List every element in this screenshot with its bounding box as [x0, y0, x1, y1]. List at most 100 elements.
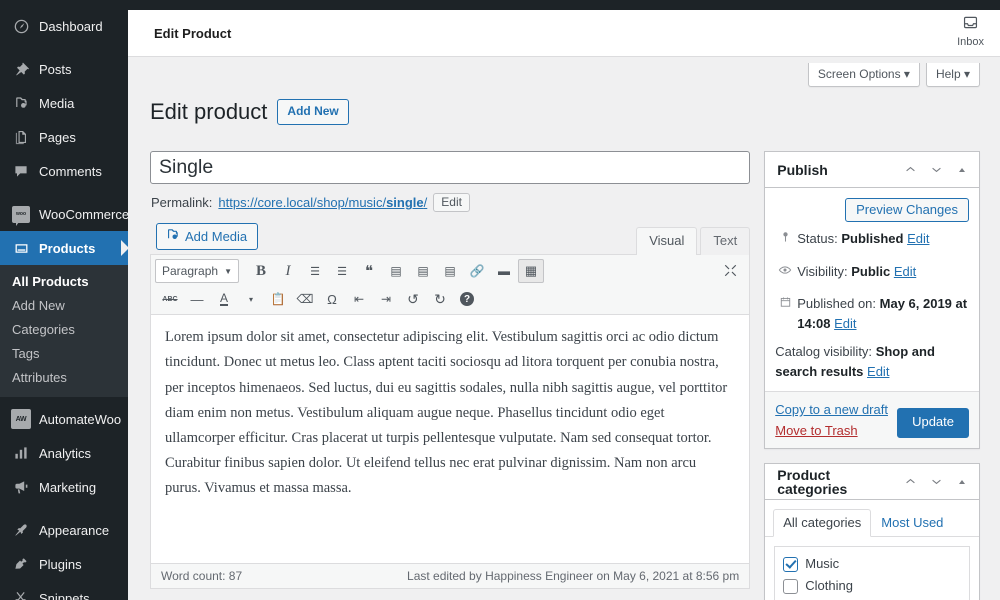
published-label: Published on: — [797, 296, 877, 312]
sidebar-item-pages[interactable]: Pages — [0, 120, 128, 154]
bulleted-list-icon[interactable]: ☰ — [302, 259, 328, 283]
help-button[interactable]: Help ▾ — [925, 63, 980, 88]
sidebar-item-appearance[interactable]: Appearance — [0, 513, 128, 547]
published-text: Published on: May 6, 2019 at 14:08 Edit — [797, 294, 969, 333]
submenu-item-all-products[interactable]: All Products — [0, 270, 128, 294]
category-label: Clothing — [805, 578, 853, 594]
sidebar-item-plugins[interactable]: Plugins — [0, 547, 128, 581]
sidebar-item-analytics[interactable]: Analytics — [0, 436, 128, 470]
submenu-item-tags[interactable]: Tags — [0, 342, 128, 366]
blockquote-icon-glyph: ❝ — [364, 263, 374, 281]
italic-icon-glyph: I — [285, 262, 291, 279]
media-icon — [11, 93, 31, 113]
bold-icon[interactable]: B — [248, 259, 274, 283]
post-body-content: Permalink: https://core.local/shop/music… — [150, 151, 751, 600]
inbox-button[interactable]: Inbox — [957, 14, 984, 48]
tab-all-categories[interactable]: All categories — [773, 509, 872, 538]
edit-catalog-link[interactable]: Edit — [867, 364, 889, 379]
publish-date-row: Published on: May 6, 2019 at 14:08 Edit — [765, 287, 979, 339]
text-color-icon[interactable]: A — [211, 287, 237, 311]
category-item[interactable]: Clothing — [783, 575, 961, 597]
edit-status-link[interactable]: Edit — [907, 231, 929, 246]
sidebar-label: Posts — [39, 61, 72, 77]
tab-visual[interactable]: Visual — [636, 227, 698, 256]
page-breadcrumb-title: Edit Product — [154, 25, 232, 41]
outdent-icon-glyph: ⇤ — [353, 292, 365, 307]
fullscreen-icon[interactable] — [719, 259, 741, 281]
align-right-icon[interactable]: ▤ — [437, 259, 463, 283]
preview-changes-button[interactable]: Preview Changes — [845, 198, 969, 223]
category-checkbox[interactable] — [783, 556, 799, 572]
sidebar-item-products[interactable]: Products — [0, 231, 128, 265]
publish-box-header: Publish — [765, 152, 979, 189]
indent-icon[interactable]: ⇥ — [373, 287, 399, 311]
tab-text[interactable]: Text — [700, 227, 751, 256]
sidebar-item-posts[interactable]: Posts — [0, 52, 128, 86]
category-checkbox[interactable] — [783, 578, 799, 594]
align-center-icon[interactable]: ▤ — [410, 259, 436, 283]
strikethrough-icon[interactable]: ABC — [157, 287, 183, 311]
permalink-slug: single — [386, 195, 424, 211]
post-body: Permalink: https://core.local/shop/music… — [150, 151, 980, 600]
post-body-sidebar: Publish Preview Changes Status: Publishe… — [764, 151, 980, 600]
toolbar-toggle-icon-glyph: ▦ — [524, 263, 538, 279]
toggle-panel-icon[interactable] — [949, 155, 975, 185]
sidebar-label: Pages — [39, 129, 76, 145]
permalink-row: Permalink: https://core.local/shop/music… — [150, 184, 750, 222]
woocommerce-header: Edit Product Inbox — [128, 10, 1000, 57]
media-icon — [165, 227, 180, 245]
numbered-list-icon[interactable]: ☰ — [329, 259, 355, 283]
sidebar-item-comments[interactable]: Comments — [0, 154, 128, 188]
text-color-caret-icon[interactable]: ▾ — [238, 287, 264, 311]
permalink-link[interactable]: https://core.local/shop/music/single/ — [218, 195, 427, 210]
editor-content-area[interactable]: Lorem ipsum dolor sit amet, consectetur … — [151, 315, 750, 564]
toggle-panel-icon[interactable] — [949, 467, 975, 497]
screen-options-button[interactable]: Screen Options ▾ — [807, 63, 920, 88]
add-new-button[interactable]: Add New — [277, 99, 349, 125]
publish-box-handle-actions — [897, 155, 979, 185]
submenu-item-add-new[interactable]: Add New — [0, 294, 128, 318]
clear-formatting-icon[interactable]: ⌫ — [292, 287, 318, 311]
redo-icon[interactable]: ↻ — [427, 287, 453, 311]
analytics-icon — [11, 443, 31, 463]
product-title-input[interactable] — [150, 151, 751, 185]
undo-icon[interactable]: ↺ — [400, 287, 426, 311]
edit-date-link[interactable]: Edit — [834, 316, 856, 331]
sidebar-item-woocommerce[interactable]: woo WooCommerce — [0, 197, 128, 231]
numbered-list-icon-glyph: ☰ — [337, 265, 347, 278]
paste-as-text-icon[interactable]: 📋 — [265, 287, 291, 311]
edit-permalink-button[interactable]: Edit — [433, 193, 470, 213]
outdent-icon[interactable]: ⇤ — [346, 287, 372, 311]
submenu-item-categories[interactable]: Categories — [0, 318, 128, 342]
tab-most-used[interactable]: Most Used — [871, 509, 953, 537]
sidebar-item-media[interactable]: Media — [0, 86, 128, 120]
category-item[interactable]: Music — [783, 553, 961, 575]
format-select[interactable]: Paragraph ▼ — [155, 259, 239, 284]
move-to-trash-link[interactable]: Move to Trash — [775, 423, 888, 438]
edit-visibility-link[interactable]: Edit — [894, 264, 916, 279]
sidebar-item-automatewoo[interactable]: AW AutomateWoo — [0, 402, 128, 436]
submenu-item-attributes[interactable]: Attributes — [0, 366, 128, 390]
move-up-icon[interactable] — [897, 467, 923, 497]
category-checklist[interactable]: MusicClothingAccessoriesTshirtslong-slee… — [774, 546, 970, 600]
italic-icon[interactable]: I — [275, 259, 301, 283]
sidebar-item-marketing[interactable]: Marketing — [0, 470, 128, 504]
insert-link-icon[interactable]: 🔗 — [464, 259, 490, 283]
sidebar-item-snippets[interactable]: Snippets — [0, 581, 128, 600]
products-submenu: All Products Add New Categories Tags Att… — [0, 265, 128, 397]
move-up-icon[interactable] — [897, 155, 923, 185]
special-character-icon[interactable]: Ω — [319, 287, 345, 311]
horizontal-rule-icon[interactable]: — — [184, 287, 210, 311]
align-left-icon[interactable]: ▤ — [383, 259, 409, 283]
read-more-icon[interactable]: ▬ — [491, 259, 517, 283]
update-button[interactable]: Update — [897, 408, 969, 439]
move-down-icon[interactable] — [923, 467, 949, 497]
sidebar-item-dashboard[interactable]: Dashboard — [0, 9, 128, 43]
toolbar-toggle-icon[interactable]: ▦ — [518, 259, 544, 284]
keyboard-shortcuts-help-icon-glyph: ? — [460, 292, 474, 307]
copy-to-new-draft-link[interactable]: Copy to a new draft — [775, 402, 888, 417]
add-media-button[interactable]: Add Media — [156, 223, 259, 251]
keyboard-shortcuts-help-icon[interactable]: ? — [454, 287, 480, 311]
blockquote-icon[interactable]: ❝ — [356, 259, 382, 283]
move-down-icon[interactable] — [923, 155, 949, 185]
